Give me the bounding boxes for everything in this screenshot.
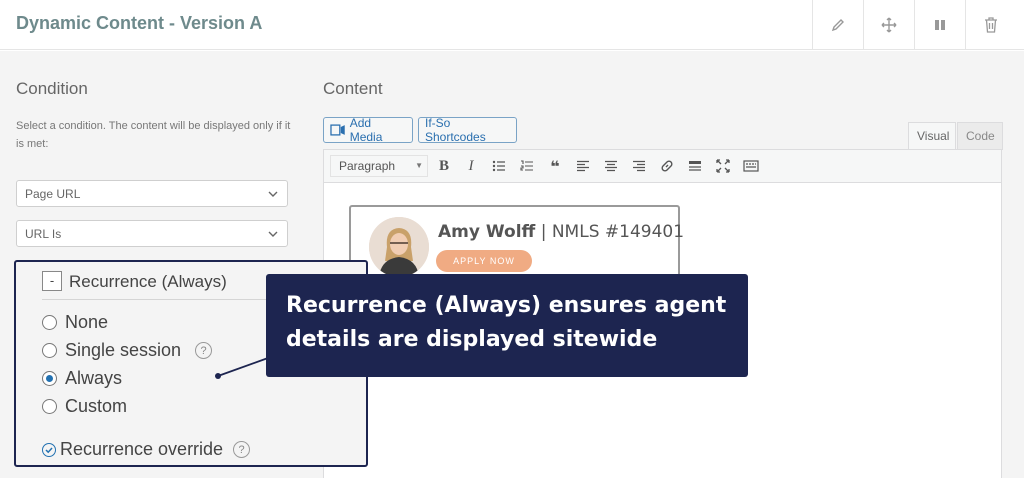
- recurrence-option-single-session[interactable]: Single session ?: [42, 340, 213, 361]
- edit-button[interactable]: [812, 0, 863, 50]
- pencil-icon: [831, 19, 844, 32]
- radio-always[interactable]: [42, 371, 57, 386]
- chevron-down-icon: [268, 191, 278, 197]
- radio-custom[interactable]: [42, 399, 57, 414]
- help-icon[interactable]: ?: [195, 342, 213, 359]
- condition-help-text: Select a condition. The content will be …: [16, 120, 291, 150]
- agent-nmls: NMLS #149401: [551, 222, 685, 242]
- media-icon: [330, 124, 345, 136]
- content-heading: Content: [323, 79, 383, 98]
- option-label-always: Always: [65, 368, 123, 388]
- dynamic-content-editor: Dynamic Content - Version A Condition Se…: [0, 0, 1024, 478]
- recurrence-override-option[interactable]: Recurrence override ?: [42, 439, 251, 460]
- move-icon: [881, 17, 897, 33]
- link-icon[interactable]: [658, 157, 676, 175]
- header-bar: Dynamic Content - Version A: [0, 0, 1024, 50]
- callout-annotation: Recurrence (Always) ensures agent detail…: [266, 274, 748, 377]
- numbered-list-icon[interactable]: [518, 157, 536, 175]
- recurrence-title: Recurrence (Always): [69, 272, 227, 291]
- add-media-label: Add Media: [349, 116, 383, 144]
- condition-match-value: URL Is: [25, 227, 62, 241]
- agent-separator: |: [540, 222, 547, 242]
- align-left-icon[interactable]: [574, 157, 592, 175]
- align-center-icon[interactable]: [602, 157, 620, 175]
- condition-type-select[interactable]: Page URL: [16, 180, 288, 207]
- option-label-none: None: [65, 312, 109, 332]
- pause-button[interactable]: [914, 0, 965, 50]
- dropdown-arrow-icon: ▼: [415, 161, 423, 170]
- add-media-button[interactable]: Add Media: [323, 116, 413, 144]
- toolbar-toggle-icon[interactable]: [742, 157, 760, 175]
- italic-icon[interactable]: I: [462, 157, 480, 175]
- override-checkbox[interactable]: [42, 442, 56, 457]
- page-title: Dynamic Content - Version A: [16, 13, 263, 33]
- delete-button[interactable]: [965, 0, 1016, 50]
- paragraph-format-value: Paragraph: [339, 159, 396, 173]
- apply-now-button[interactable]: APPLY NOW: [436, 250, 532, 272]
- recurrence-option-always[interactable]: Always: [42, 368, 122, 389]
- agent-avatar: [369, 217, 429, 277]
- condition-heading: Condition: [16, 79, 88, 98]
- paragraph-format-select[interactable]: Paragraph ▼: [330, 155, 428, 177]
- help-icon[interactable]: ?: [233, 441, 251, 458]
- trash-icon: [985, 17, 997, 33]
- override-label: Recurrence override: [60, 439, 224, 459]
- pause-icon: [935, 20, 945, 30]
- align-right-icon[interactable]: [630, 157, 648, 175]
- option-label-custom: Custom: [65, 396, 128, 416]
- bullet-list-icon[interactable]: [490, 157, 508, 175]
- fullscreen-icon[interactable]: [714, 157, 732, 175]
- editor-toolbar: Paragraph ▼ B I ❝: [323, 149, 1002, 183]
- tab-code[interactable]: Code: [957, 122, 1003, 150]
- radio-single-session[interactable]: [42, 343, 57, 358]
- agent-name: Amy Wolff: [438, 222, 536, 242]
- blockquote-icon[interactable]: ❝: [546, 157, 564, 176]
- condition-match-select[interactable]: URL Is: [16, 220, 288, 247]
- bold-icon[interactable]: B: [435, 157, 453, 175]
- shortcodes-button[interactable]: If-So Shortcodes: [418, 116, 517, 144]
- option-label-single-session: Single session: [65, 340, 182, 360]
- tab-visual[interactable]: Visual: [908, 122, 956, 150]
- condition-type-value: Page URL: [25, 187, 81, 201]
- chevron-down-icon: [268, 231, 278, 237]
- recurrence-collapse-toggle[interactable]: -: [42, 271, 62, 291]
- shortcodes-label: If-So Shortcodes: [425, 116, 486, 144]
- recurrence-option-none[interactable]: None: [42, 312, 108, 333]
- recurrence-option-custom[interactable]: Custom: [42, 396, 127, 417]
- move-button[interactable]: [863, 0, 914, 50]
- checkmark-icon: [45, 446, 53, 453]
- agent-name-line: Amy Wolff | NMLS #149401: [438, 222, 684, 242]
- horizontal-rule-icon[interactable]: [686, 157, 704, 175]
- radio-none[interactable]: [42, 315, 57, 330]
